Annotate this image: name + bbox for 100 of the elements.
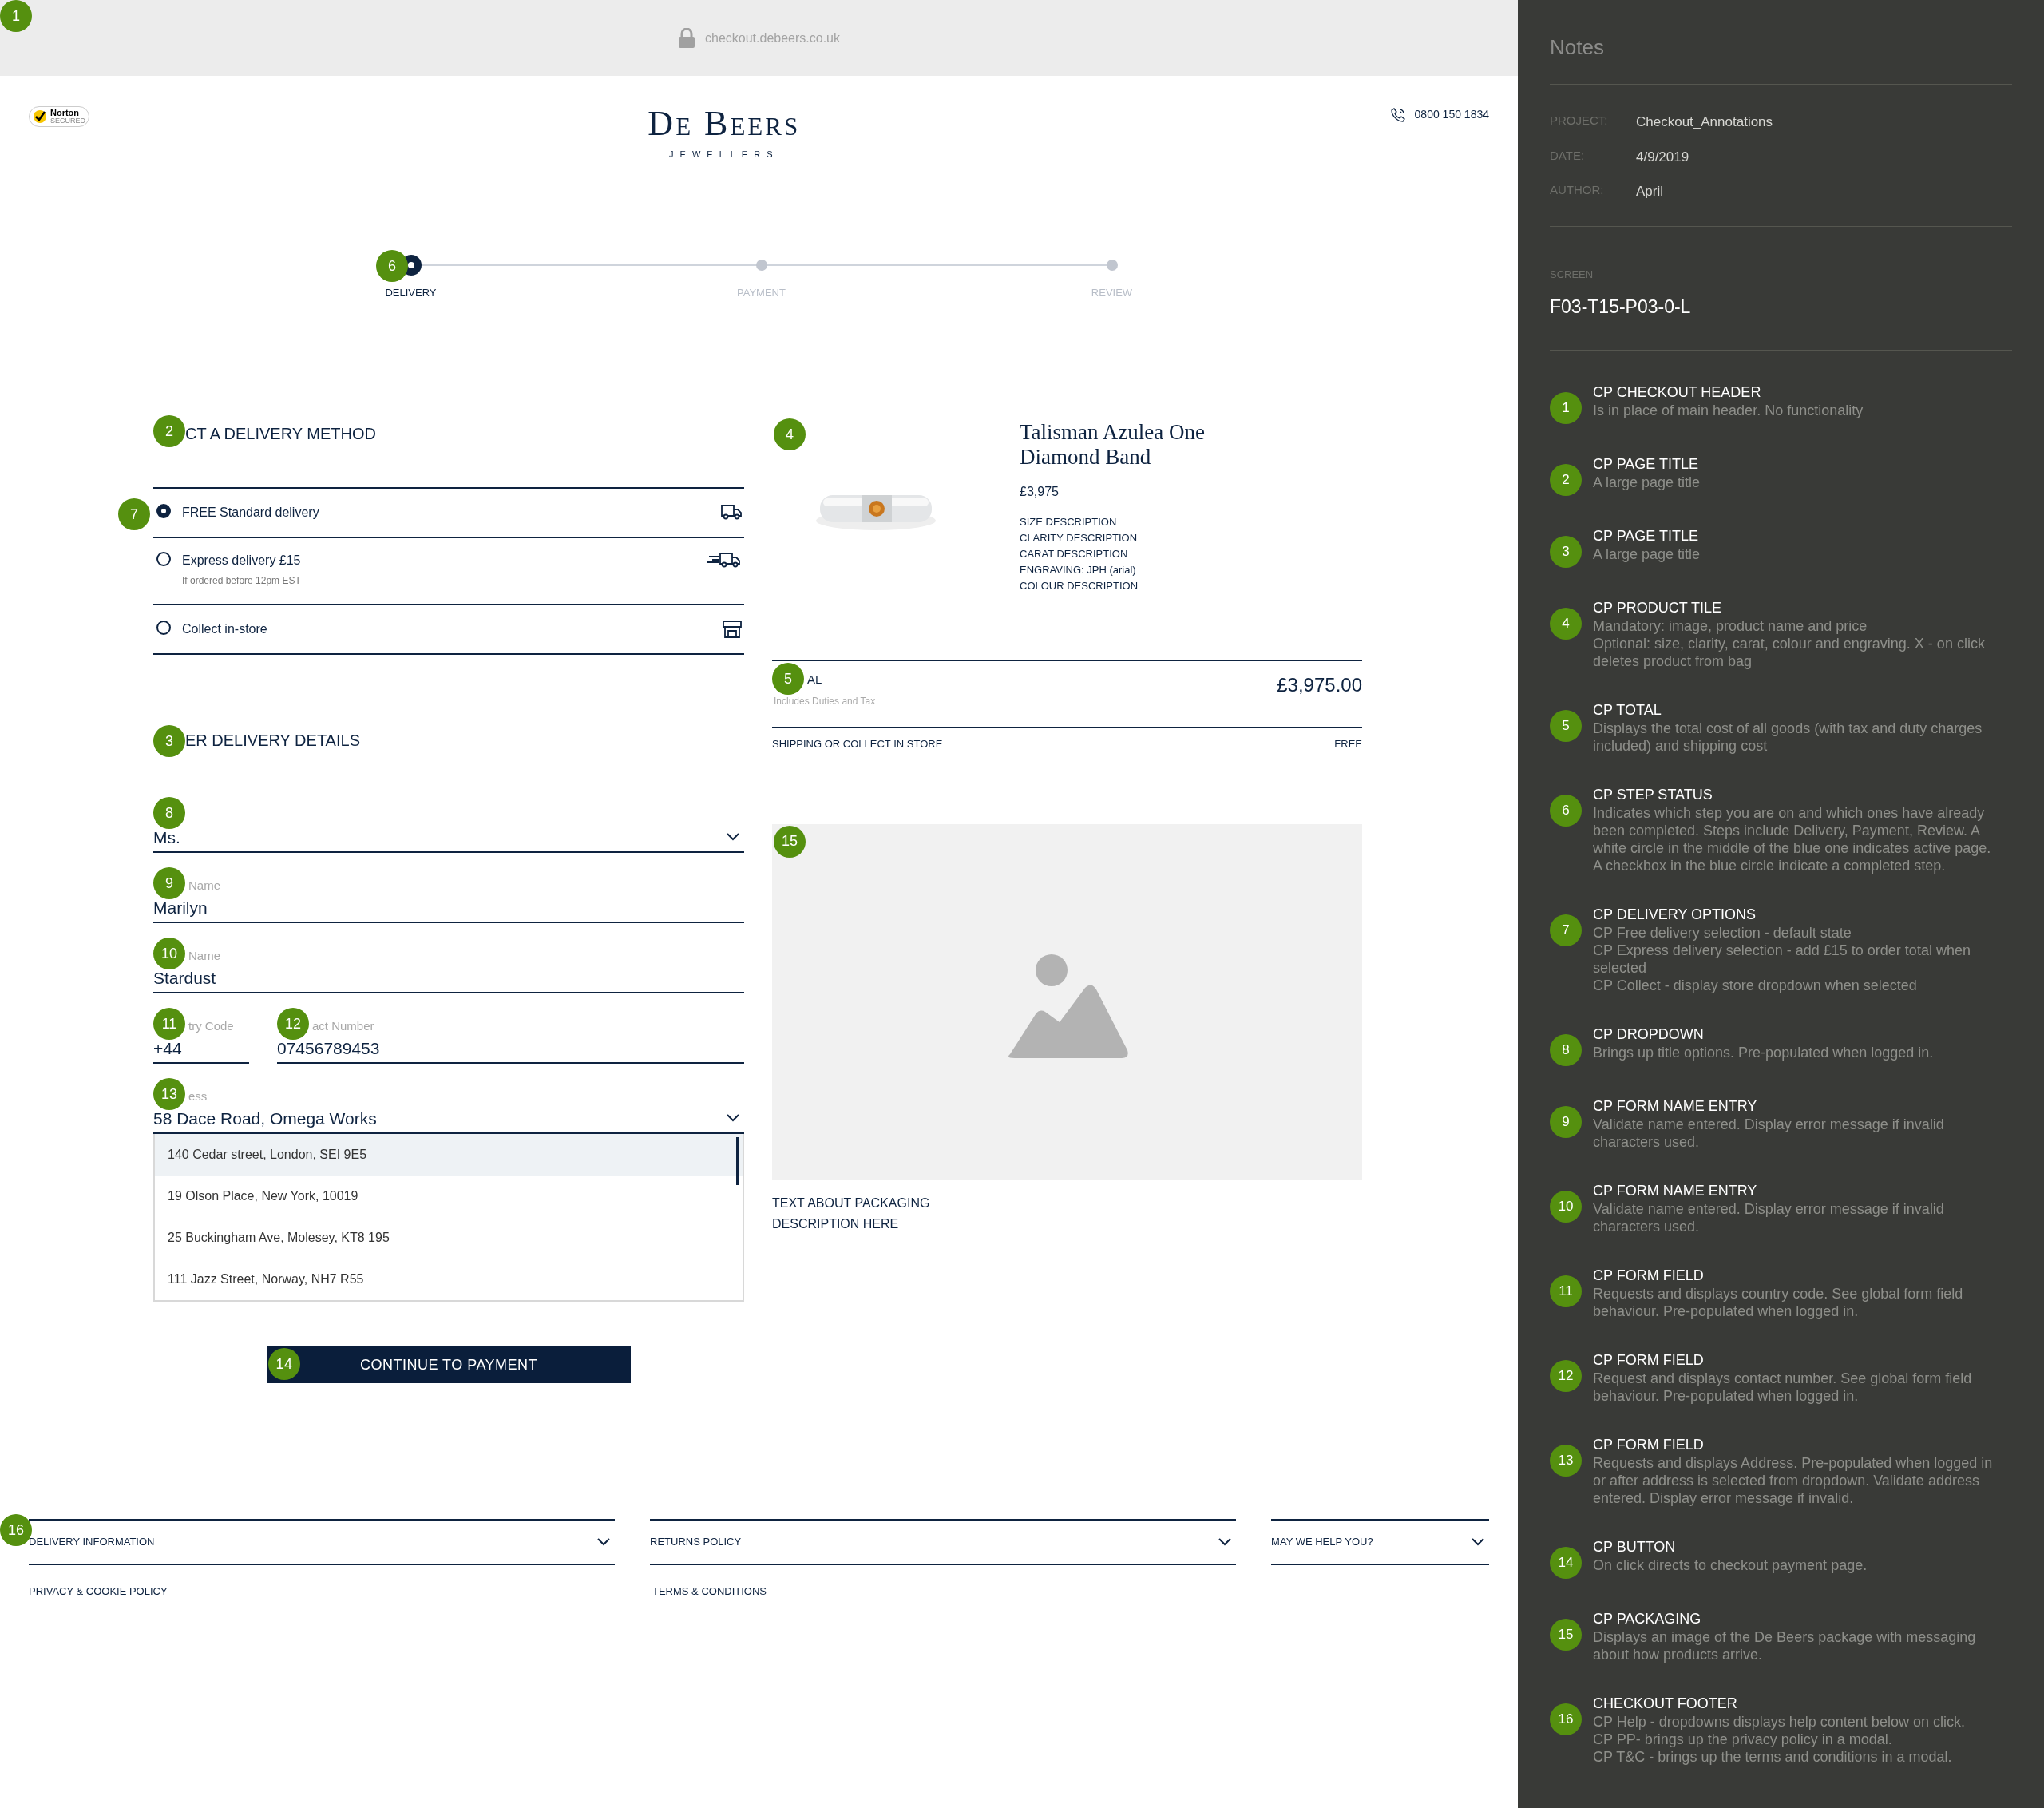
note-title: CP TOTAL [1593, 700, 1662, 720]
annotation-marker: 2 [153, 415, 185, 447]
note-title: CP PAGE TITLE [1593, 454, 1700, 474]
note-title: CP PACKAGING [1593, 1609, 1702, 1628]
note-text: A large page title [1593, 473, 1701, 491]
note-text: Validate name entered. Display error message if invalid characters used. [1593, 1199, 1945, 1235]
product-attribute: CLARITY DESCRIPTION [1020, 531, 1139, 545]
brand-subtitle: JEWELLERS [669, 149, 779, 161]
note-title: CP CHECKOUT HEADER [1593, 383, 1762, 402]
seal-caption: SECURED [50, 117, 85, 125]
note-text: Validate name entered. Display error message if invalid characters used. [1593, 1115, 1945, 1151]
note-number: 5 [1550, 709, 1582, 742]
note-text: CP Free delivery selection - default state [1593, 923, 1852, 942]
note-text: CP T&C - brings up the terms and conditions in a modal. [1593, 1747, 1953, 1766]
shipping-value: FREE [1334, 737, 1362, 751]
field-value: +44 [153, 1037, 182, 1059]
annotation-marker: 13 [153, 1078, 185, 1110]
address-option[interactable]: 25 Buckingham Ave, Molesey, KT8 195 [155, 1217, 743, 1259]
note-number: 10 [1550, 1190, 1582, 1223]
note-number: 8 [1550, 1033, 1582, 1066]
radio-button[interactable] [156, 552, 171, 566]
note-number: 14 [1550, 1546, 1582, 1579]
form-field[interactable]: 10 Name Stardust [153, 934, 744, 993]
phone-icon [1390, 107, 1405, 122]
note-number: 7 [1550, 914, 1582, 946]
note-number: 13 [1550, 1444, 1582, 1477]
option-note: If ordered before 12pm EST [182, 574, 301, 588]
note-title: CP STEP STATUS [1593, 785, 1713, 804]
screen-id: F03-T15-P03-0-L [1550, 295, 1692, 319]
note-text: CP PP- brings up the privacy policy in a modal. [1593, 1730, 1893, 1748]
product-price: £3,975 [1020, 484, 1060, 500]
product-attribute: ENGRAVING: JPH (arial) [1020, 563, 1137, 577]
note-title: CP DELIVERY OPTIONS [1593, 905, 1757, 924]
note-number: 3 [1550, 535, 1582, 568]
annotation-marker: 14 [268, 1348, 300, 1380]
packaging-text: TEXT ABOUT PACKAGING DESCRIPTION HERE [772, 1195, 931, 1232]
note-title: CP FORM FIELD [1593, 1350, 1705, 1370]
section-heading: ER DELIVERY DETAILS [185, 732, 360, 749]
meta-value: Checkout_Annotations [1636, 113, 1773, 131]
note-text: CP Express delivery selection - add £15 to order total when selected [1593, 941, 1971, 977]
footer-link[interactable]: PRIVACY & COOKIE POLICY [29, 1585, 168, 1597]
total-label: AL [807, 672, 822, 688]
footer-link[interactable]: TERMS & CONDITIONS [652, 1585, 766, 1597]
note-title: CP PAGE TITLE [1593, 526, 1700, 545]
product-attribute: COLOUR DESCRIPTION [1020, 579, 1139, 593]
annotation-marker: 10 [153, 938, 185, 969]
note-text: Request and displays contact number. See global form field behaviour. Pre-populated when logged in. [1593, 1369, 1973, 1405]
note-text: Requests and displays Address. Pre-populated when logged in or after address is selected from dropdown. Validate address entered. Display error message if invalid. [1593, 1453, 1994, 1507]
note-title: CP BUTTON [1593, 1537, 1677, 1556]
address-option[interactable]: 140 Cedar street, London, SEI 9E5 [155, 1134, 743, 1176]
meta-value: April [1636, 183, 1663, 200]
address-option[interactable]: 111 Jazz Street, Norway, NH7 R55 [155, 1259, 743, 1300]
form-field[interactable]: 8 Ms. [153, 794, 744, 853]
note-text: Displays the total cost of all goods (with tax and duty charges included) and shipping cost [1593, 719, 1983, 755]
option-label: FREE Standard delivery [182, 505, 319, 521]
field-label: ess [188, 1088, 208, 1104]
url-text: checkout.debeers.co.uk [705, 30, 840, 46]
option-label: Express delivery £15 [182, 553, 301, 569]
shipping-label: SHIPPING OR COLLECT IN STORE [772, 737, 943, 751]
note-text: Optional: size, clarity, carat, colour and engraving. X - on click deletes product from bag [1593, 634, 1986, 670]
chevron-icon [727, 833, 739, 842]
note-title: CP FORM FIELD [1593, 1435, 1705, 1454]
footer-accordion[interactable]: RETURNS POLICY [650, 1519, 1237, 1565]
chevron-icon [1472, 1538, 1484, 1546]
continue-button[interactable]: 14 CONTINUE TO PAYMENT [267, 1346, 631, 1383]
chevron-icon [1218, 1538, 1232, 1546]
annotation-marker: 3 [153, 725, 185, 757]
fast-truck-icon [707, 551, 743, 569]
note-text: Indicates which step you are on and which ones have already been completed. Steps include Delivery, Payment, Review. A white circle in the middle of the blue one indicates active page. A checkbox in the blue circle indicate a completed step. [1593, 803, 1992, 874]
address-option[interactable]: 19 Olson Place, New York, 10019 [155, 1176, 743, 1217]
note-number: 9 [1550, 1105, 1582, 1138]
annotation-marker: 9 [153, 867, 185, 899]
note-title: CP DROPDOWN [1593, 1025, 1705, 1044]
step-label[interactable]: DELIVERY [385, 285, 437, 301]
note-number: 15 [1550, 1618, 1582, 1651]
note-text: A large page title [1593, 545, 1701, 563]
field-value: Ms. [153, 827, 180, 848]
field-label: act Number [312, 1018, 374, 1034]
note-title: CHECKOUT FOOTER [1593, 1694, 1738, 1713]
annotation-marker: 7 [118, 498, 150, 530]
form-field[interactable]: 12 act Number 07456789453 [277, 1005, 744, 1064]
seal-name: Norton [50, 109, 81, 117]
note-number: 2 [1550, 463, 1582, 496]
note-text: CP Help - dropdowns displays help content below on click. [1593, 1712, 1965, 1731]
radio-button[interactable] [156, 504, 171, 518]
form-field[interactable]: 11 try Code +44 [153, 1005, 249, 1064]
lock-icon [678, 27, 695, 49]
footer-accordion[interactable]: MAY WE HELP YOU? [1271, 1519, 1489, 1565]
product-name: Talisman Azulea One Diamond Band [1020, 420, 1206, 470]
annotation-marker: 1 [0, 0, 32, 32]
notes-title: Notes [1550, 34, 1605, 61]
total-note: Includes Duties and Tax [774, 694, 876, 708]
note-text: Brings up title options. Pre-populated when logged in. [1593, 1043, 1934, 1061]
field-value: 58 Dace Road, Omega Works [153, 1108, 377, 1129]
option-label: Collect in-store [182, 621, 267, 637]
note-number: 16 [1550, 1703, 1582, 1735]
radio-button[interactable] [156, 621, 171, 635]
field-value: 07456789453 [277, 1037, 380, 1059]
note-text: On click directs to checkout payment page. [1593, 1556, 1868, 1574]
form-field[interactable]: 9 Name Marilyn [153, 864, 744, 923]
